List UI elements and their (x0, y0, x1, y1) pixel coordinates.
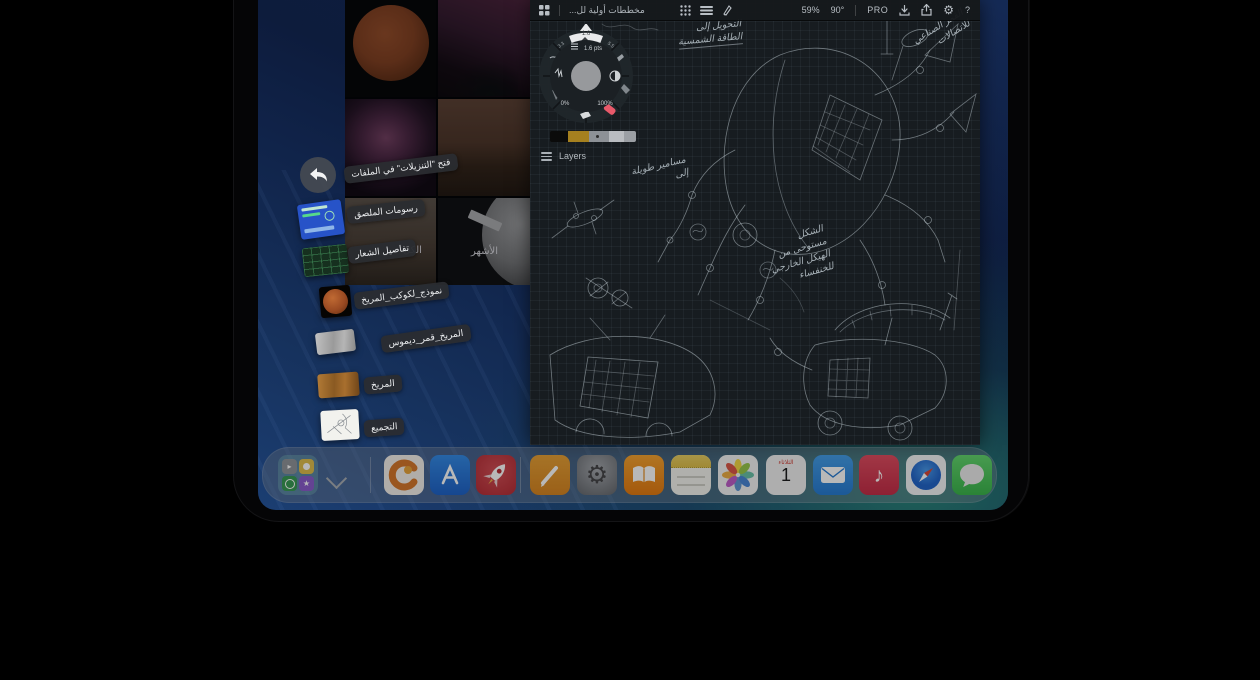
drag-thumb-assembly-sketch[interactable] (320, 409, 360, 441)
settings-gear-icon[interactable]: ⚙ (943, 4, 954, 16)
document-title: مخططات أولية لل... (569, 5, 645, 16)
segment-months[interactable]: الأشهر (471, 246, 498, 257)
photo-library-panel: الكل الأشهر (345, 0, 530, 285)
gallery-grid-icon[interactable] (539, 5, 550, 16)
ipad-device-frame: الكل الأشهر (233, 0, 1029, 522)
app-toolbar: مخططات أولية لل... 59% 90° PRO (530, 0, 980, 21)
dock-folder[interactable]: ▸ ★ (278, 455, 318, 495)
brush-lines-icon[interactable] (700, 5, 713, 15)
swatch-gray[interactable] (589, 131, 609, 142)
ipad-screen: الكل الأشهر (258, 0, 1008, 510)
drag-thumb-mars-model[interactable] (319, 285, 353, 319)
import-icon[interactable] (899, 5, 910, 16)
pro-button[interactable]: PRO (867, 5, 888, 15)
dock-app-sketch-pen[interactable] (530, 455, 570, 495)
swatch-gold[interactable] (568, 131, 589, 142)
gear-icon: ⚙ (586, 463, 608, 488)
swatch-black[interactable] (550, 131, 568, 142)
dock-divider (520, 457, 521, 493)
drag-label: المريخ (363, 374, 402, 394)
toolbar-divider (855, 5, 856, 16)
mini-app-purple: ★ (299, 476, 314, 491)
music-note-icon: ♪ (874, 465, 885, 486)
drag-back-button[interactable] (300, 157, 336, 193)
drag-thumb-deimos[interactable] (315, 329, 356, 356)
toolbar-divider (559, 5, 560, 16)
dock-collapse-chevron-icon[interactable] (326, 468, 347, 489)
dock-app-safari[interactable] (906, 455, 946, 495)
drag-thumb-blueprint[interactable] (302, 244, 350, 278)
calendar-day: 1 (766, 465, 806, 486)
sketch-app-window: التحويل إلى الطاقة الشمسية القمر الصناعي… (530, 0, 980, 445)
layers-icon (541, 150, 552, 163)
photos-dim-overlay (345, 0, 530, 285)
mini-app-yellow (299, 459, 314, 474)
dock-app-rocket[interactable] (476, 455, 516, 495)
svg-text:1.6 pts: 1.6 pts (584, 46, 602, 52)
drag-label: التجميع (363, 418, 405, 438)
dock-app-c-swirl[interactable] (384, 455, 424, 495)
drag-thumb-stickers[interactable] (297, 199, 345, 240)
zoom-readout: 59% (802, 5, 820, 15)
mini-app-green (282, 476, 297, 491)
dock: ▸ ★ ⚙ (262, 447, 997, 503)
dots-grid-icon[interactable] (680, 5, 691, 16)
svg-text:1.6: 1.6 (582, 31, 591, 37)
svg-text:0%: 0% (561, 101, 570, 107)
dock-app-messages[interactable] (952, 455, 992, 495)
dock-divider (370, 457, 371, 493)
dock-app-notes[interactable] (671, 455, 711, 495)
drag-thumb-mars-texture[interactable] (317, 372, 360, 399)
color-swatch-bar[interactable] (550, 131, 636, 142)
svg-text:100%: 100% (597, 101, 613, 107)
mini-app-gray: ▸ (282, 459, 297, 474)
dock-app-music[interactable]: ♪ (859, 455, 899, 495)
dock-app-appstore[interactable] (430, 455, 470, 495)
pen-nib-icon[interactable] (722, 5, 733, 16)
dock-app-calendar[interactable]: الثلاثاء 1 (766, 455, 806, 495)
rotation-readout: 90° (831, 5, 845, 15)
dock-app-settings[interactable]: ⚙ (577, 455, 617, 495)
dock-app-books[interactable] (624, 455, 664, 495)
swatch-lightgray[interactable] (609, 131, 624, 142)
layers-button[interactable]: Layers (541, 150, 586, 163)
share-icon[interactable] (921, 4, 932, 16)
help-button[interactable]: ? (965, 5, 970, 15)
layers-label: Layers (559, 151, 586, 161)
dock-app-photos[interactable] (718, 455, 758, 495)
tool-wheel[interactable]: 1.6 3.3 5.5 1.6 pts 0% 100% (538, 24, 634, 124)
selected-swatch-dot (596, 135, 599, 138)
swatch-midgray[interactable] (624, 131, 636, 142)
dock-app-mail[interactable] (813, 455, 853, 495)
reply-arrow-icon (308, 167, 328, 183)
